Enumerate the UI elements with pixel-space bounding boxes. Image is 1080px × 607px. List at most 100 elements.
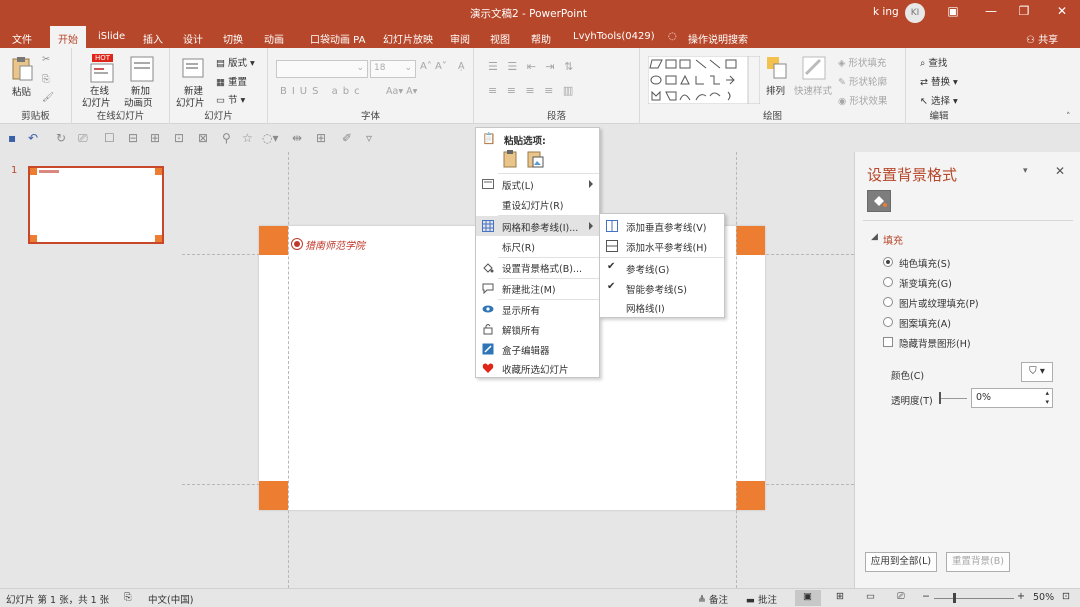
align-left-icon[interactable]: ⊟ [128,131,138,145]
new-slide-label-b[interactable]: 幻灯片 [176,95,205,109]
new-animation-page-icon[interactable] [130,56,154,82]
select-button[interactable]: ↖ 选择 ▾ [920,93,958,107]
transparency-input[interactable]: 0% ▴ ▾ [971,388,1053,408]
zoom-out-icon[interactable]: − [922,591,930,602]
close-icon[interactable]: ✕ [1052,4,1072,18]
language-indicator[interactable]: 中文(中国) [148,592,193,606]
quick-style-icon[interactable] [802,56,826,80]
format-painter-icon[interactable]: 🖌 [42,92,54,103]
tab-home[interactable]: 开始 [50,26,86,48]
hide-background-label[interactable]: 隐藏背景图形(H) [899,336,971,350]
cut-icon[interactable]: ✂ [42,54,50,65]
new-slide-icon[interactable] [182,56,206,80]
font-size-dropdown[interactable]: 18 ⌄ [370,60,416,78]
submenu-guides[interactable]: ✔ 参考线(G) [600,258,724,278]
customize-icon[interactable]: ▿ [366,131,372,145]
fill-section-header[interactable]: 填充 [883,232,903,247]
find-button[interactable]: ⌕ 查找 [920,55,947,69]
vertical-guide[interactable] [736,152,737,588]
eyedropper-icon[interactable]: ✐ [342,131,352,145]
shapes-gallery-icon[interactable] [648,56,760,104]
submenu-add-horizontal-guide[interactable]: 添加水平参考线(H) [600,236,724,256]
distribute-h-icon[interactable]: ⇹ [292,131,302,145]
new-anim-label-b[interactable]: 动画页 [124,95,153,109]
paste-keep-format-icon[interactable] [502,149,520,169]
slideshow-icon[interactable]: ⎚ [78,131,88,146]
online-slides-label-b[interactable]: 幻灯片 [82,95,111,109]
list-icons[interactable]: ☰ ☰ ⇤ ⇥ ⇅ [488,60,576,73]
menu-item-show-all[interactable]: 显示所有 [476,299,599,319]
arrange-icon[interactable] [766,56,788,80]
picture-fill-radio[interactable] [883,297,893,307]
fill-tab-button[interactable] [867,190,891,212]
picture-fill-label[interactable]: 图片或纹理填充(P) [899,296,979,310]
reading-view-icon[interactable]: ▭ [866,591,875,602]
slider-thumb[interactable] [939,392,941,404]
menu-item-format-background[interactable]: 设置背景格式(B)... [476,257,599,277]
font-style-icons[interactable]: BIUS abc [280,86,365,97]
orange-corner-block[interactable] [259,226,288,255]
paste-button[interactable]: 粘贴 [12,84,31,98]
menu-item-ruler[interactable]: 标尺(R) [476,236,599,256]
orange-corner-block[interactable] [736,481,765,510]
online-slide-icon[interactable] [90,62,114,84]
menu-item-unlock-all[interactable]: 解锁所有 [476,319,599,339]
tab-animations[interactable]: 动画 [264,31,284,46]
shape-effect-button[interactable]: ◉ 形状效果 [838,93,887,107]
distribute-icon[interactable]: ⊠ [198,131,208,145]
tab-islide[interactable]: iSlide [98,31,125,42]
star-icon[interactable]: ☆ [242,131,253,145]
pattern-fill-radio[interactable] [883,317,893,327]
undo-icon[interactable]: ↶ [28,131,38,145]
zoom-slider-thumb[interactable] [953,593,956,603]
user-name[interactable]: k ing [873,6,899,18]
paste-picture-icon[interactable] [526,149,544,169]
spinner-icon[interactable]: ▴ ▾ [1045,389,1049,407]
panel-options-icon[interactable]: ▾ [1023,166,1028,176]
submenu-smart-guides[interactable]: ✔ 智能参考线(S) [600,278,724,298]
normal-view-button[interactable]: ▣ [795,590,821,606]
section-button[interactable]: ▭ 节 ▾ [216,92,245,106]
replace-button[interactable]: ⇄ 替换 ▾ [920,74,958,88]
redo-icon[interactable]: ↻ [56,131,66,145]
notes-button[interactable]: ≜ 备注 [698,592,728,606]
collapse-ribbon-icon[interactable]: ˄ [1066,112,1071,122]
menu-item-box-editor[interactable]: 盒子编辑器 [476,339,599,359]
arrange-button[interactable]: 排列 [766,83,785,97]
reset-button[interactable]: ▦ 重置 [216,74,247,88]
tab-slideshow[interactable]: 幻灯片放映 [383,31,433,46]
hide-background-checkbox[interactable] [883,337,893,347]
tab-design[interactable]: 设计 [183,31,203,46]
share-button[interactable]: ⚇ 共享 [1026,31,1058,46]
shape-icon[interactable]: ◌▾ [262,131,279,145]
submenu-gridlines[interactable]: 网格线(I) [600,297,724,317]
slideshow-view-icon[interactable]: ⎚ [897,591,905,602]
school-logo[interactable]: 猎南师范学院 [291,238,365,253]
layout-button[interactable]: ▤ 版式 ▾ [216,55,255,69]
menu-item-favorite-slides[interactable]: 收藏所选幻灯片 [476,358,599,378]
solid-fill-label[interactable]: 纯色填充(S) [899,256,950,270]
gradient-fill-label[interactable]: 渐变填充(G) [899,276,952,290]
copy-icon[interactable]: ⎘ [42,74,50,85]
tab-lvyhtools[interactable]: LvyhTools(0429) [573,31,655,42]
touch-mode-icon[interactable]: ☐ [104,131,115,145]
ribbon-display-icon[interactable]: ▣ [943,4,963,18]
zoom-in-icon[interactable]: + [1017,591,1025,602]
tell-me-search[interactable]: 操作说明搜索 [688,31,748,46]
fit-slide-icon[interactable]: ⊡ [1062,591,1070,602]
solid-fill-radio[interactable] [883,257,893,267]
zoom-slider[interactable] [934,598,1014,599]
gradient-fill-radio[interactable] [883,277,893,287]
panel-close-icon[interactable]: ✕ [1055,164,1065,178]
font-color-icons[interactable]: Aa▾ A▾ [386,86,417,97]
tab-pocket-animation[interactable]: 口袋动画 PA [310,31,365,46]
comments-button[interactable]: ▬ 批注 [746,592,777,606]
menu-item-layout[interactable]: 版式(L) [476,174,599,194]
avatar[interactable]: KI [905,3,925,23]
save-icon[interactable]: ▪ [8,131,16,145]
orange-corner-block[interactable] [736,226,765,255]
clear-format-icon[interactable]: Ạ [458,61,465,72]
tab-transitions[interactable]: 切换 [223,31,243,46]
shape-outline-button[interactable]: ✎ 形状轮廓 [838,74,887,88]
quick-style-button[interactable]: 快速样式 [794,83,832,97]
